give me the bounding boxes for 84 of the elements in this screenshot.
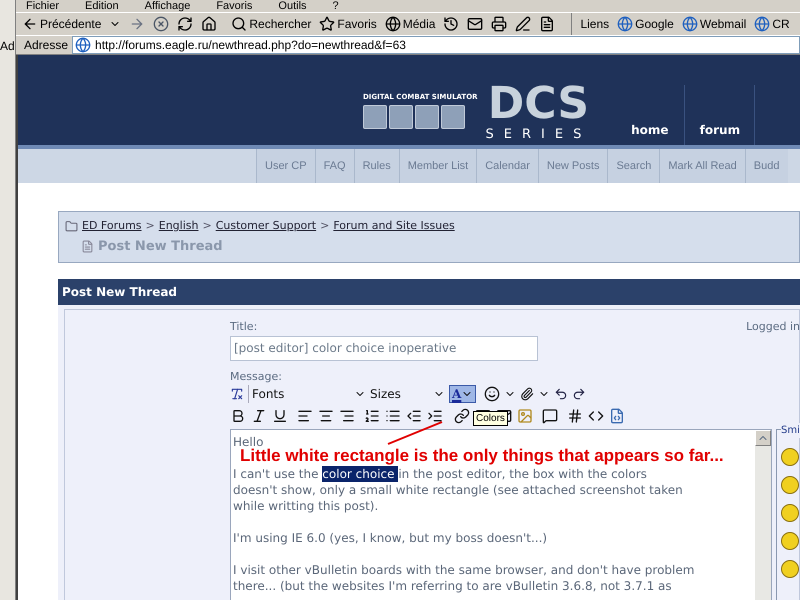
- edit-icon[interactable]: [515, 16, 532, 32]
- undo-icon[interactable]: [554, 387, 568, 401]
- back-button[interactable]: Précédente: [22, 15, 102, 33]
- search-icon: [231, 16, 248, 32]
- panel-header: Post New Thread: [58, 279, 800, 305]
- selected-text: color choice: [322, 466, 398, 482]
- underline-icon[interactable]: [272, 408, 288, 424]
- font-select[interactable]: Fonts: [248, 385, 366, 403]
- title-label: Title:: [230, 319, 258, 335]
- tooltip: Colors: [473, 411, 508, 426]
- breadcrumb-link[interactable]: Forum and Site Issues: [333, 218, 455, 234]
- editor-text: I visit other vBulletin boards with the same browser, and don't have problem: [233, 562, 694, 578]
- title-field[interactable]: [post editor] color choice inoperative: [230, 336, 538, 360]
- logo-subtitle: SERIES: [486, 127, 592, 143]
- search-button[interactable]: Rechercher: [231, 15, 312, 33]
- breadcrumb-separator: >: [146, 218, 155, 234]
- breadcrumb-separator: >: [320, 218, 330, 234]
- history-icon[interactable]: [443, 16, 460, 32]
- php-icon[interactable]: [609, 408, 625, 424]
- logo-text: DCS: [488, 81, 590, 127]
- menu-item[interactable]: Edition: [85, 0, 119, 12]
- globe-icon: [682, 16, 698, 32]
- italic-icon[interactable]: [251, 408, 267, 424]
- mail-icon[interactable]: [467, 16, 484, 32]
- hash-icon[interactable]: [567, 408, 583, 424]
- editor-text: I can't use the: [233, 466, 320, 482]
- menu-item[interactable]: Affichage: [144, 0, 190, 12]
- remove-format-icon[interactable]: [230, 387, 244, 401]
- link-button[interactable]: CR: [754, 15, 790, 33]
- editor-text: doesn't show, only a small white rectangle (see attached screenshot taken: [233, 482, 683, 498]
- message-editor[interactable]: [230, 429, 772, 600]
- menu-item[interactable]: Outils: [278, 0, 307, 12]
- refresh-icon[interactable]: [177, 16, 194, 32]
- breadcrumb-link[interactable]: ED Forums: [82, 218, 142, 234]
- editor-text: while writting this post).: [233, 498, 378, 514]
- indent-icon[interactable]: [427, 408, 443, 424]
- redo-icon[interactable]: [572, 387, 586, 401]
- text-color-button[interactable]: A: [449, 385, 476, 403]
- outdent-icon[interactable]: [406, 408, 422, 424]
- media-button[interactable]: Média: [384, 15, 436, 33]
- menu-item[interactable]: ?: [332, 0, 339, 12]
- editor-text: there... (but the websites I'm referring to are vBulletin 3.6.8, not 3.7.1 as: [233, 578, 672, 594]
- editor-text: in the post editor, the box with the colors: [398, 466, 647, 482]
- numbered-list-icon[interactable]: [364, 408, 380, 424]
- align-right-icon[interactable]: [339, 408, 355, 424]
- favorites-button[interactable]: Favoris: [319, 15, 377, 33]
- link-button[interactable]: Google: [617, 15, 674, 33]
- size-select[interactable]: Sizes: [370, 385, 445, 403]
- home-icon[interactable]: [201, 16, 218, 32]
- link-button[interactable]: Webmail: [682, 15, 746, 33]
- align-center-icon[interactable]: [318, 408, 334, 424]
- editor-text: I'm using IE 6.0 (yes, I know, but my boss doesn't...): [233, 530, 548, 546]
- breadcrumb-link[interactable]: Customer Support: [216, 218, 316, 234]
- address-field[interactable]: http://forums.eagle.ru/newthread.php?do=newthread&f=63: [72, 36, 800, 54]
- globe-icon: [754, 16, 770, 32]
- attach-icon[interactable]: [520, 387, 534, 401]
- globe-icon: [384, 16, 401, 32]
- folder-icon: [65, 220, 78, 233]
- page-icon: [81, 240, 94, 253]
- logged-in-text: Logged in: [746, 319, 800, 335]
- align-left-icon[interactable]: [297, 408, 313, 424]
- menu-item[interactable]: Fichier: [26, 0, 60, 12]
- document-icon[interactable]: [539, 16, 556, 32]
- print-icon[interactable]: [491, 16, 508, 32]
- address-label: Adresse: [24, 37, 68, 54]
- quote-icon[interactable]: [542, 408, 558, 424]
- bullet-list-icon[interactable]: [385, 408, 401, 424]
- link-icon[interactable]: [454, 408, 470, 424]
- smilies-label: Smi: [781, 423, 800, 438]
- globe-icon: [75, 37, 92, 53]
- star-icon: [319, 16, 336, 32]
- links-label: Liens: [580, 16, 610, 33]
- breadcrumb-separator: >: [202, 218, 212, 234]
- editor-text: Hello: [233, 434, 264, 449]
- menu-item[interactable]: Favoris: [216, 0, 252, 12]
- annotation-text: Little white rectangle is the only things that appears so far...: [240, 446, 724, 467]
- scrollbar[interactable]: [755, 430, 771, 600]
- image-icon[interactable]: [517, 408, 533, 424]
- breadcrumb-link[interactable]: English: [158, 218, 198, 234]
- globe-icon: [617, 16, 634, 32]
- stop-icon[interactable]: [153, 16, 170, 32]
- breadcrumb-current: Post New Thread: [98, 238, 223, 256]
- message-label: Message:: [230, 368, 283, 384]
- side-window-label: Ad: [0, 40, 15, 52]
